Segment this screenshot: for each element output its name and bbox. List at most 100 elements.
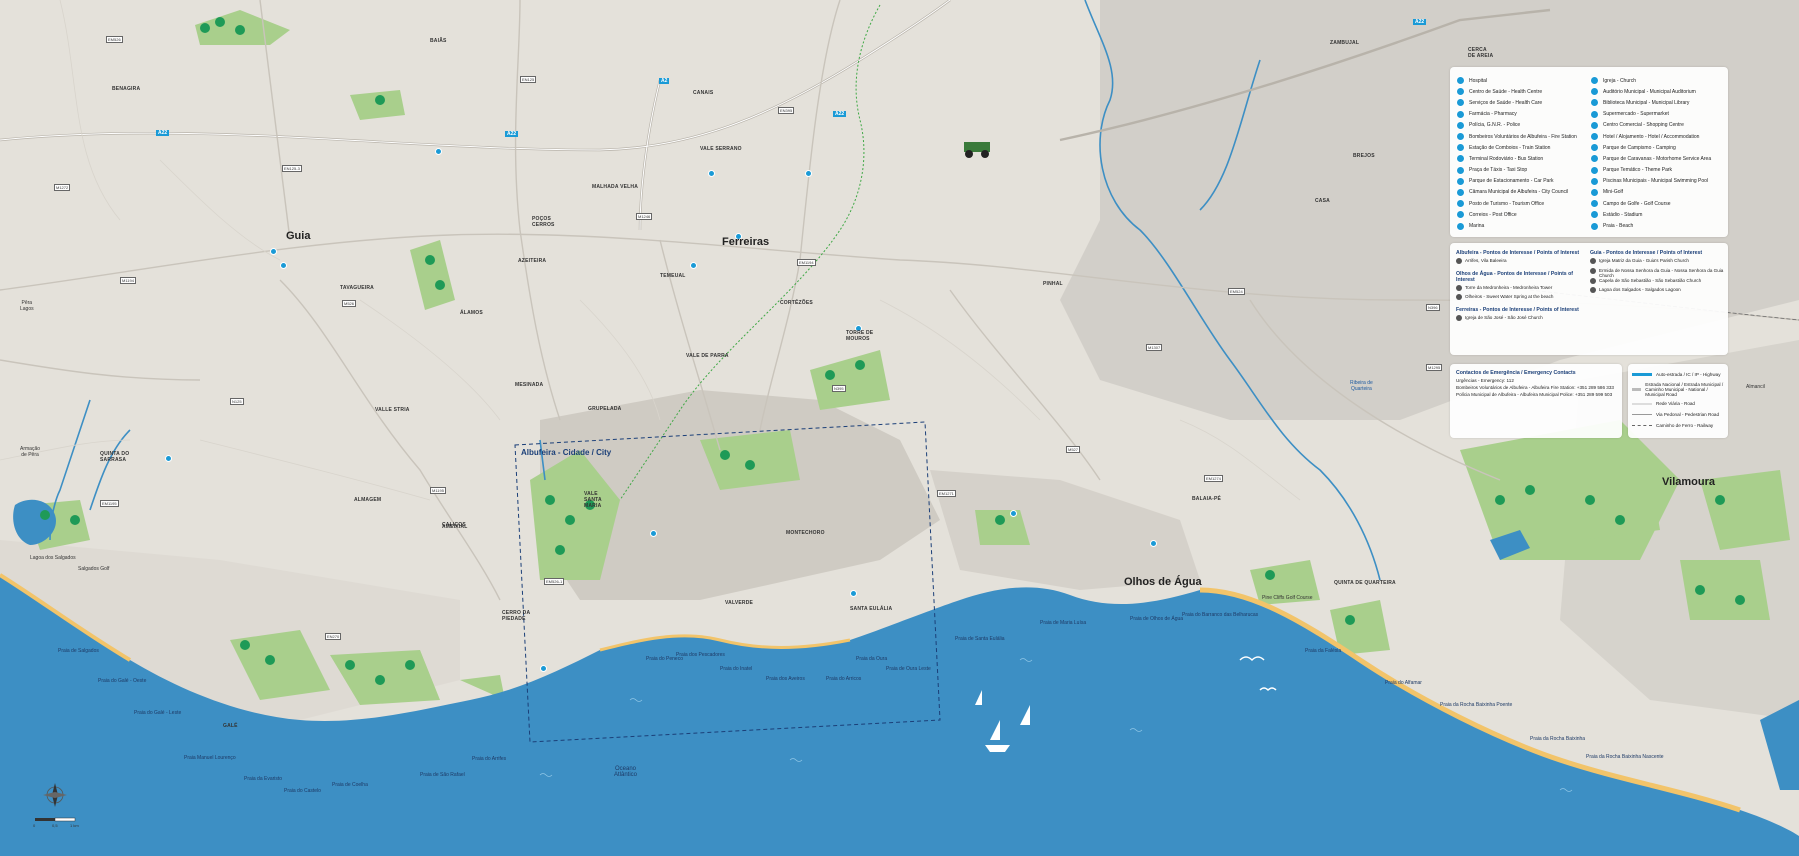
destination-pera-lagos: Pêra Lagos [20, 300, 34, 312]
legend-item: Correios - Post Office [1456, 209, 1586, 220]
poi-pin-hotel-icon[interactable] [1150, 540, 1157, 547]
contact-line: Polícia Municipal de Albufeira - Albufei… [1456, 392, 1613, 397]
poi-number-icon [1590, 287, 1596, 293]
beach-label-maria-luisa: Praia de Maria Luísa [1040, 620, 1087, 626]
beach-label-oura: Praia da Oura [856, 656, 888, 662]
poi-heading-albufeira: Albufeira - Pontos de Interesse / Points… [1456, 250, 1580, 256]
legend-item: Parque de Estacionamento - Car Park [1456, 176, 1586, 187]
scale-label: 1 km [70, 823, 79, 828]
road-label: N395 [832, 385, 846, 392]
poi-pin-pharmacy-icon[interactable] [270, 248, 277, 255]
legend-item: Câmara Municipal de Albufeira - City Cou… [1456, 187, 1586, 198]
scale-bar [35, 817, 76, 822]
town-label-ferreiras: Ferreiras [722, 236, 770, 248]
legend-item: Parque de Caravanas - Motorhome Service … [1590, 153, 1724, 164]
town-label-santa-eulalia: Santa Eulália [850, 606, 893, 612]
town-label-olhos-de-agua: Olhos de Água [1124, 576, 1202, 588]
poi-number-icon [1456, 284, 1462, 291]
contact-line: Urgências - Emergency: 112 [1456, 378, 1514, 383]
bus-station-icon [1456, 154, 1465, 164]
poi-number-icon [1590, 277, 1596, 284]
poi-pin-stadium-icon[interactable] [165, 455, 172, 462]
poi-item: Igreja Matriz da Guia - Guia's Parish Ch… [1590, 258, 1724, 268]
poi-pin-police-icon[interactable] [435, 148, 442, 155]
road-label: EN125-3 [282, 165, 302, 172]
destination-almancil: Almancil [1746, 384, 1765, 390]
town-label-azeiteira: Azeiteira [518, 258, 547, 264]
supermarket-icon [1590, 109, 1599, 119]
poi-item: Igreja de São José - São José Church [1456, 314, 1586, 325]
pharmacy-icon [1456, 109, 1465, 119]
poi-pin-health-icon[interactable] [690, 262, 697, 269]
poi-pin-tourism-icon[interactable] [850, 590, 857, 597]
legend-column-1: Hospital Centro de Saúde - Health Centre… [1456, 75, 1586, 232]
church-icon [1590, 76, 1599, 86]
golf-course-icon [1590, 199, 1599, 209]
beach-label-inatel: Praia do Inatel [720, 666, 753, 672]
poi-pin-church-icon[interactable] [280, 262, 287, 269]
legend-item: Campo de Golfe - Golf Course [1590, 198, 1724, 209]
legend-item: Estádio - Stadium [1590, 209, 1724, 220]
town-label-vale-de-parra: Vale de Parra [686, 353, 729, 359]
town-label-benagira: Benagira [112, 86, 141, 92]
road-label: EN395 [778, 107, 795, 114]
beach-label-oura-leste: Praia de Oura Leste [886, 666, 931, 672]
town-label-valverde: Valverde [725, 600, 754, 606]
key-item: Caminho de Ferro - Railway [1632, 420, 1726, 431]
town-label-montechoro: Montechoro [786, 530, 825, 536]
marina-icon [1456, 221, 1465, 231]
legend-item: Bombeiros Voluntários de Albufeira - Fir… [1456, 131, 1586, 142]
auditorium-icon [1590, 87, 1599, 97]
poi-panel: Albufeira - Pontos de Interesse / Points… [1450, 243, 1728, 355]
beach-label-gale-oeste: Praia do Galé - Oeste [98, 678, 147, 684]
town-label-temeual: Temeual [660, 273, 686, 279]
highway-sample [1632, 373, 1652, 376]
railway-sample [1632, 425, 1652, 426]
town-label-canais: Canais [693, 90, 714, 96]
road-label: M1272 [54, 184, 71, 191]
poi-number-icon [1456, 314, 1462, 321]
town-label-quinta-de-quarteira: Quinta de Quarteira [1334, 580, 1396, 586]
legend-item: Parque Temático - Theme Park [1590, 165, 1724, 176]
road-label: M1295 [1426, 364, 1443, 371]
library-icon [1590, 98, 1599, 108]
town-label-zambujal: Zambujal [1330, 40, 1360, 46]
legend-item: Marina [1456, 220, 1586, 231]
road-label: M1194 [120, 277, 136, 284]
road-label: M1246 [636, 213, 653, 220]
legend-item: Parque de Campismo - Camping [1590, 142, 1724, 153]
poi-pin-bus-icon[interactable] [805, 170, 812, 177]
poi-pin-beach-icon[interactable] [650, 530, 657, 537]
beach-label-coelha: Praia de Coelha [332, 782, 368, 788]
beach-label-rocha-baixinha-poente: Praia da Rocha Baixinha Poente [1440, 702, 1513, 708]
beach-label-evaristo: Praia da Evaristo [244, 776, 283, 782]
health-care-icon [1456, 98, 1465, 108]
park-label-lagoa-dos-salgados: Lagoa dos Salgados [30, 555, 76, 561]
town-label-gale: Galé [223, 723, 238, 729]
train-station-icon [1456, 143, 1465, 153]
road-label: M527 [1066, 446, 1081, 453]
poi-number-icon [1590, 258, 1596, 264]
poi-item: Olheiros - Sweet Water Spring at the bea… [1456, 294, 1586, 304]
stadium-icon [1590, 210, 1599, 220]
town-label-grupelada: Grupelada [588, 406, 622, 412]
legend-item: Biblioteca Municipal - Municipal Library [1590, 97, 1724, 108]
road-label: M1307 [1146, 344, 1163, 351]
poi-item: Capela de São Sebastião - São Sebastião … [1590, 277, 1724, 288]
river-label-quarteira: Ribeira de Quarteira [1350, 380, 1373, 392]
town-label-alamos: Álamos [460, 310, 483, 316]
beach-label-manuel-lourenco: Praia Manuel Lourenço [184, 755, 236, 761]
poi-item: Ermida de Nossa Senhora da Guia - Nossa … [1590, 267, 1724, 278]
town-label-cerro-da-piedade: Cerro da Piedade [502, 610, 531, 622]
poi-pin-marina-icon[interactable] [540, 665, 547, 672]
legend-item: Mini-Golf [1590, 187, 1724, 198]
poi-pin-train-icon[interactable] [708, 170, 715, 177]
highway-shield: A22 [505, 131, 519, 137]
road-label: EN270 [325, 633, 342, 640]
road-label: N125 [230, 398, 244, 405]
town-label-casa: Casa [1315, 198, 1330, 204]
poi-pin-golf-icon[interactable] [1010, 510, 1017, 517]
tourist-map[interactable]: Guia Ferreiras Olhos de Água Vilamoura B… [0, 0, 1799, 856]
highway-shield: A2 [659, 78, 670, 84]
legend-item: Posto de Turismo - Tourism Office [1456, 198, 1586, 209]
